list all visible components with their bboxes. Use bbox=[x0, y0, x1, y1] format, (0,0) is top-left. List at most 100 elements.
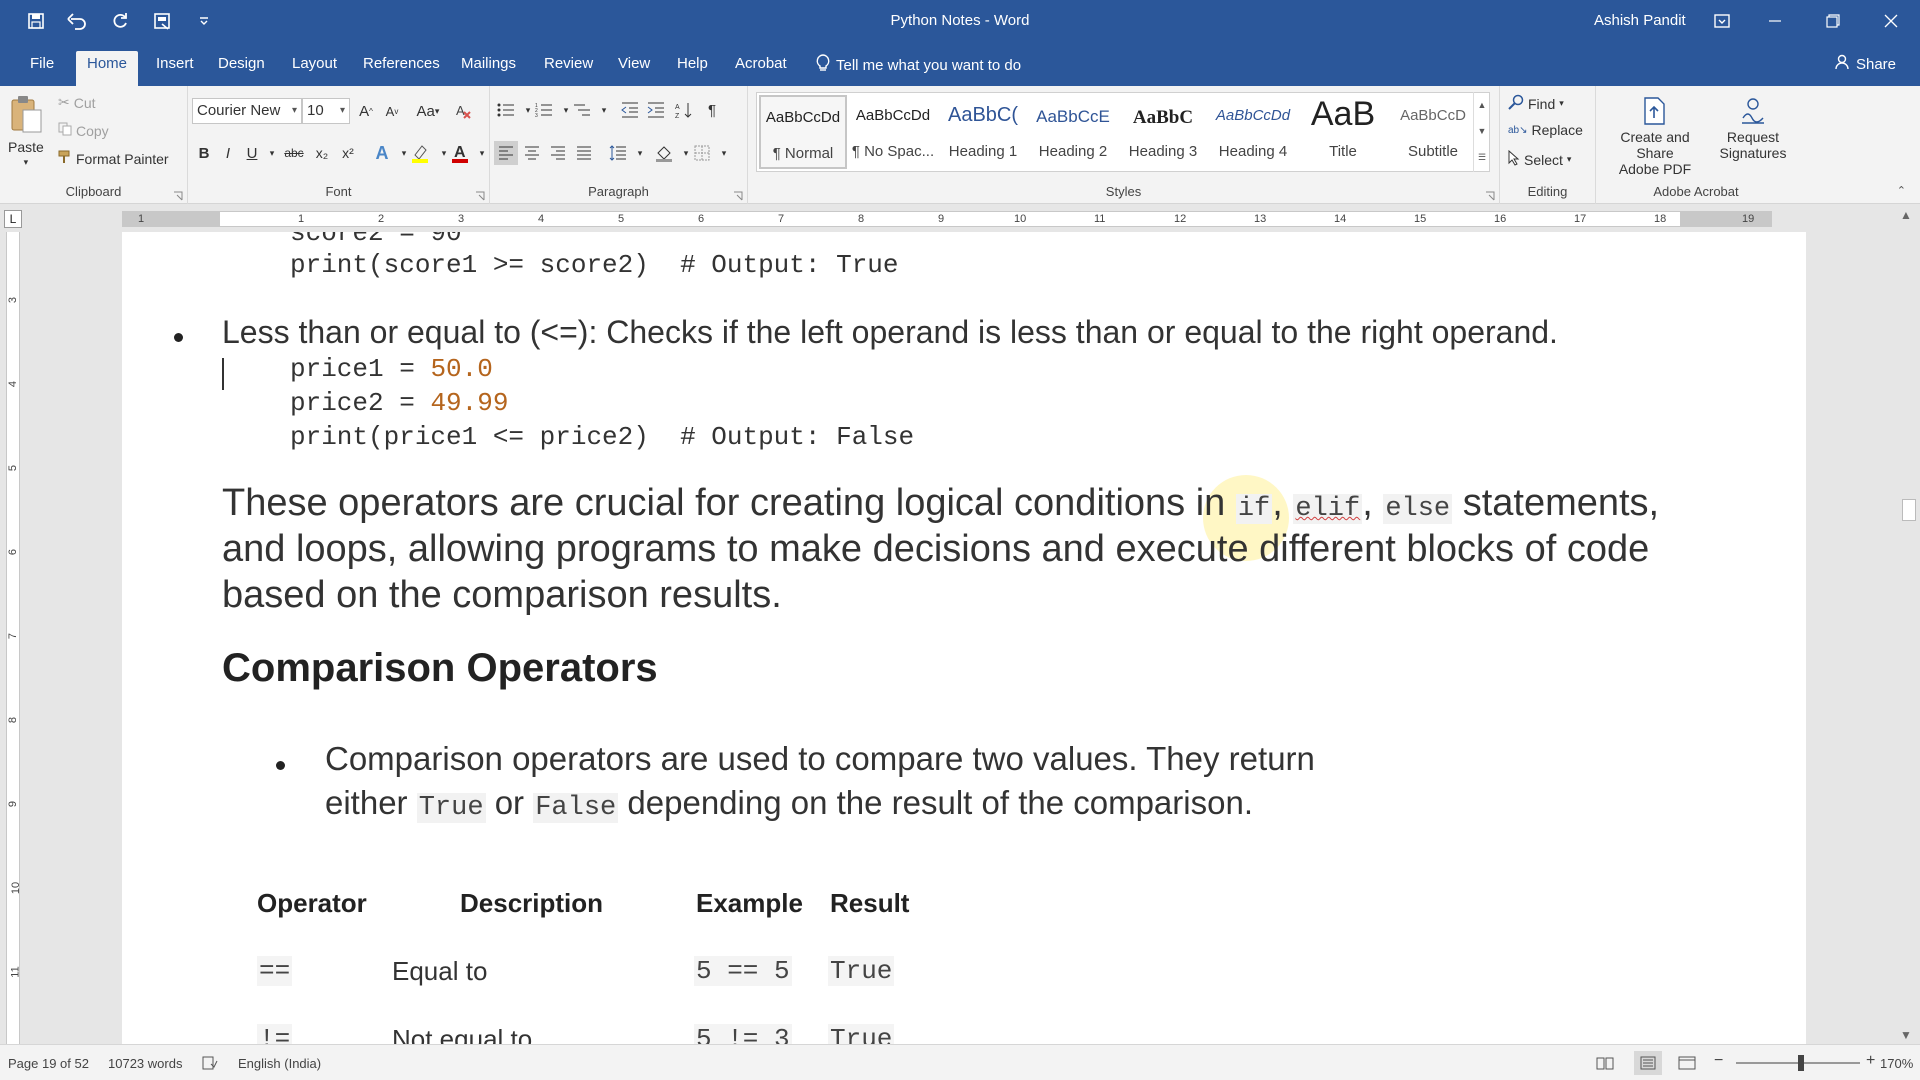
line-spacing-icon[interactable] bbox=[606, 141, 630, 165]
highlight-icon[interactable] bbox=[408, 141, 432, 165]
scroll-down-icon[interactable]: ▼ bbox=[1900, 1028, 1912, 1042]
shrink-font-button[interactable]: Av bbox=[380, 99, 404, 123]
change-case-button[interactable]: Aa ▾ bbox=[412, 99, 444, 123]
vertical-ruler: 3 4 5 6 7 8 9 10 11 bbox=[4, 232, 24, 1044]
vertical-ruler-strip[interactable]: 3 4 5 6 7 8 9 10 11 bbox=[6, 232, 22, 1044]
increase-indent-icon[interactable] bbox=[644, 98, 668, 122]
tab-review[interactable]: Review bbox=[534, 51, 603, 86]
style-heading-4[interactable]: AaBbCcDd Heading 4 bbox=[1209, 95, 1297, 169]
style-title[interactable]: AaB Title bbox=[1299, 95, 1387, 169]
font-launcher-icon[interactable] bbox=[475, 188, 485, 201]
borders-dropdown-icon[interactable]: ▾ bbox=[712, 141, 736, 165]
bold-button[interactable]: B bbox=[192, 141, 216, 165]
scroll-thumb[interactable] bbox=[1902, 499, 1916, 521]
proofing-icon[interactable] bbox=[202, 1056, 218, 1073]
scroll-up-icon[interactable]: ▲ bbox=[1900, 208, 1912, 222]
ruler-number: 9 bbox=[938, 213, 945, 225]
chevron-up-icon[interactable]: ▲ bbox=[1474, 92, 1490, 118]
bullets-icon[interactable] bbox=[494, 98, 518, 122]
find-button[interactable]: Find ▾ bbox=[1508, 94, 1564, 113]
style-heading-3[interactable]: AaBbC Heading 3 bbox=[1119, 95, 1207, 169]
select-button[interactable]: Select ▾ bbox=[1508, 149, 1571, 169]
style-subtitle[interactable]: AaBbCcD Subtitle bbox=[1389, 95, 1477, 169]
font-name-combo[interactable]: Courier New ▾ bbox=[192, 98, 302, 124]
request-signatures-button[interactable]: Request Signatures bbox=[1714, 96, 1792, 161]
ruler-strip[interactable]: 1 1 2 3 4 5 6 7 8 9 10 11 12 13 14 15 16… bbox=[122, 211, 1772, 227]
format-painter-button[interactable]: Format Painter bbox=[58, 150, 169, 167]
paste-button[interactable]: Paste ▾ bbox=[8, 94, 44, 168]
borders-icon[interactable] bbox=[690, 141, 714, 165]
page-count[interactable]: Page 19 of 52 bbox=[8, 1056, 89, 1071]
tab-design[interactable]: Design bbox=[208, 51, 275, 86]
minimize-icon[interactable] bbox=[1746, 0, 1804, 42]
clear-formatting-icon[interactable]: A bbox=[452, 99, 476, 123]
tab-layout[interactable]: Layout bbox=[282, 51, 347, 86]
shading-icon[interactable] bbox=[652, 141, 676, 165]
document-page[interactable]: score2 = 90 print(score1 >= score2) # Ou… bbox=[122, 232, 1806, 1044]
style-no-spacing[interactable]: AaBbCcDd ¶ No Spac... bbox=[849, 95, 937, 169]
tab-mailings[interactable]: Mailings bbox=[451, 51, 526, 86]
tab-acrobat[interactable]: Acrobat bbox=[725, 51, 797, 86]
zoom-out-icon[interactable]: − bbox=[1714, 1052, 1723, 1070]
tab-file[interactable]: File bbox=[20, 51, 64, 86]
ruler-number: 3 bbox=[458, 213, 465, 225]
copy-button[interactable]: Copy bbox=[58, 122, 109, 139]
replace-button[interactable]: ab↘ Replace bbox=[1508, 122, 1583, 138]
ribbon-tabs: File Home Insert Design Layout Reference… bbox=[0, 42, 1920, 86]
font-size-combo[interactable]: 10 ▾ bbox=[302, 98, 350, 124]
vertical-scrollbar[interactable]: ▲ ▼ bbox=[1896, 204, 1920, 1044]
restore-icon[interactable] bbox=[1804, 0, 1862, 42]
user-name[interactable]: Ashish Pandit bbox=[1594, 12, 1686, 29]
align-right-icon[interactable] bbox=[546, 141, 570, 165]
styles-launcher-icon[interactable] bbox=[1485, 188, 1495, 201]
collapse-ribbon-icon[interactable]: ⌃ bbox=[1897, 184, 1906, 197]
tab-home[interactable]: Home bbox=[76, 51, 138, 86]
chevron-down-icon[interactable]: ▼ bbox=[1474, 118, 1490, 144]
line-spacing-dropdown-icon[interactable]: ▾ bbox=[628, 141, 652, 165]
zoom-slider-thumb[interactable] bbox=[1798, 1055, 1804, 1071]
tab-help[interactable]: Help bbox=[667, 51, 718, 86]
style-normal[interactable]: AaBbCcDd ¶ Normal bbox=[759, 95, 847, 169]
multilevel-list-icon[interactable] bbox=[570, 98, 594, 122]
cut-button[interactable]: ✂ Cut bbox=[58, 94, 96, 111]
superscript-button[interactable]: x² bbox=[336, 141, 360, 165]
web-layout-icon[interactable] bbox=[1678, 1056, 1696, 1073]
font-color-icon[interactable]: A bbox=[448, 141, 472, 165]
tab-references[interactable]: References bbox=[353, 51, 450, 86]
align-center-icon[interactable] bbox=[520, 141, 544, 165]
style-heading-2[interactable]: AaBbCcE Heading 2 bbox=[1029, 95, 1117, 169]
numbering-icon[interactable]: 123 bbox=[532, 98, 556, 122]
tab-selector-icon[interactable]: L bbox=[4, 210, 22, 228]
grow-font-button[interactable]: A ^ bbox=[354, 99, 378, 123]
print-layout-icon[interactable] bbox=[1634, 1051, 1662, 1075]
show-formatting-marks-icon[interactable]: ¶ bbox=[700, 98, 724, 122]
create-share-pdf-button[interactable]: Create and Share Adobe PDF bbox=[1600, 96, 1710, 177]
ribbon-display-options-icon[interactable] bbox=[1708, 8, 1736, 34]
zoom-level[interactable]: 170% bbox=[1880, 1056, 1913, 1071]
read-mode-icon[interactable] bbox=[1596, 1056, 1614, 1073]
tab-insert[interactable]: Insert bbox=[146, 51, 204, 86]
zoom-in-icon[interactable]: + bbox=[1866, 1052, 1875, 1070]
multilevel-dropdown-icon[interactable]: ▾ bbox=[592, 98, 616, 122]
strikethrough-button[interactable]: abc bbox=[282, 141, 306, 165]
decrease-indent-icon[interactable] bbox=[618, 98, 642, 122]
word-count[interactable]: 10723 words bbox=[108, 1056, 182, 1071]
tab-view[interactable]: View bbox=[608, 51, 660, 86]
sort-icon[interactable]: AZ bbox=[672, 98, 696, 122]
paragraph-launcher-icon[interactable] bbox=[733, 188, 743, 201]
styles-group-label: Styles bbox=[1105, 184, 1142, 199]
close-icon[interactable] bbox=[1862, 0, 1920, 42]
italic-button[interactable]: I bbox=[216, 141, 240, 165]
align-left-icon[interactable] bbox=[494, 141, 518, 165]
clipboard-launcher-icon[interactable] bbox=[173, 188, 183, 201]
request-line1: Request bbox=[1726, 129, 1780, 145]
more-styles-icon[interactable]: ☰ bbox=[1474, 144, 1490, 170]
subscript-button[interactable]: x₂ bbox=[310, 141, 334, 165]
tell-me-box[interactable]: Tell me what you want to do bbox=[816, 54, 1021, 76]
share-button[interactable]: Share bbox=[1834, 54, 1896, 74]
style-heading-1[interactable]: AaBbC( Heading 1 bbox=[939, 95, 1027, 169]
justify-icon[interactable] bbox=[572, 141, 596, 165]
underline-dropdown-icon[interactable]: ▾ bbox=[260, 141, 284, 165]
text-effects-icon[interactable]: A bbox=[370, 141, 394, 165]
language[interactable]: English (India) bbox=[238, 1056, 321, 1071]
